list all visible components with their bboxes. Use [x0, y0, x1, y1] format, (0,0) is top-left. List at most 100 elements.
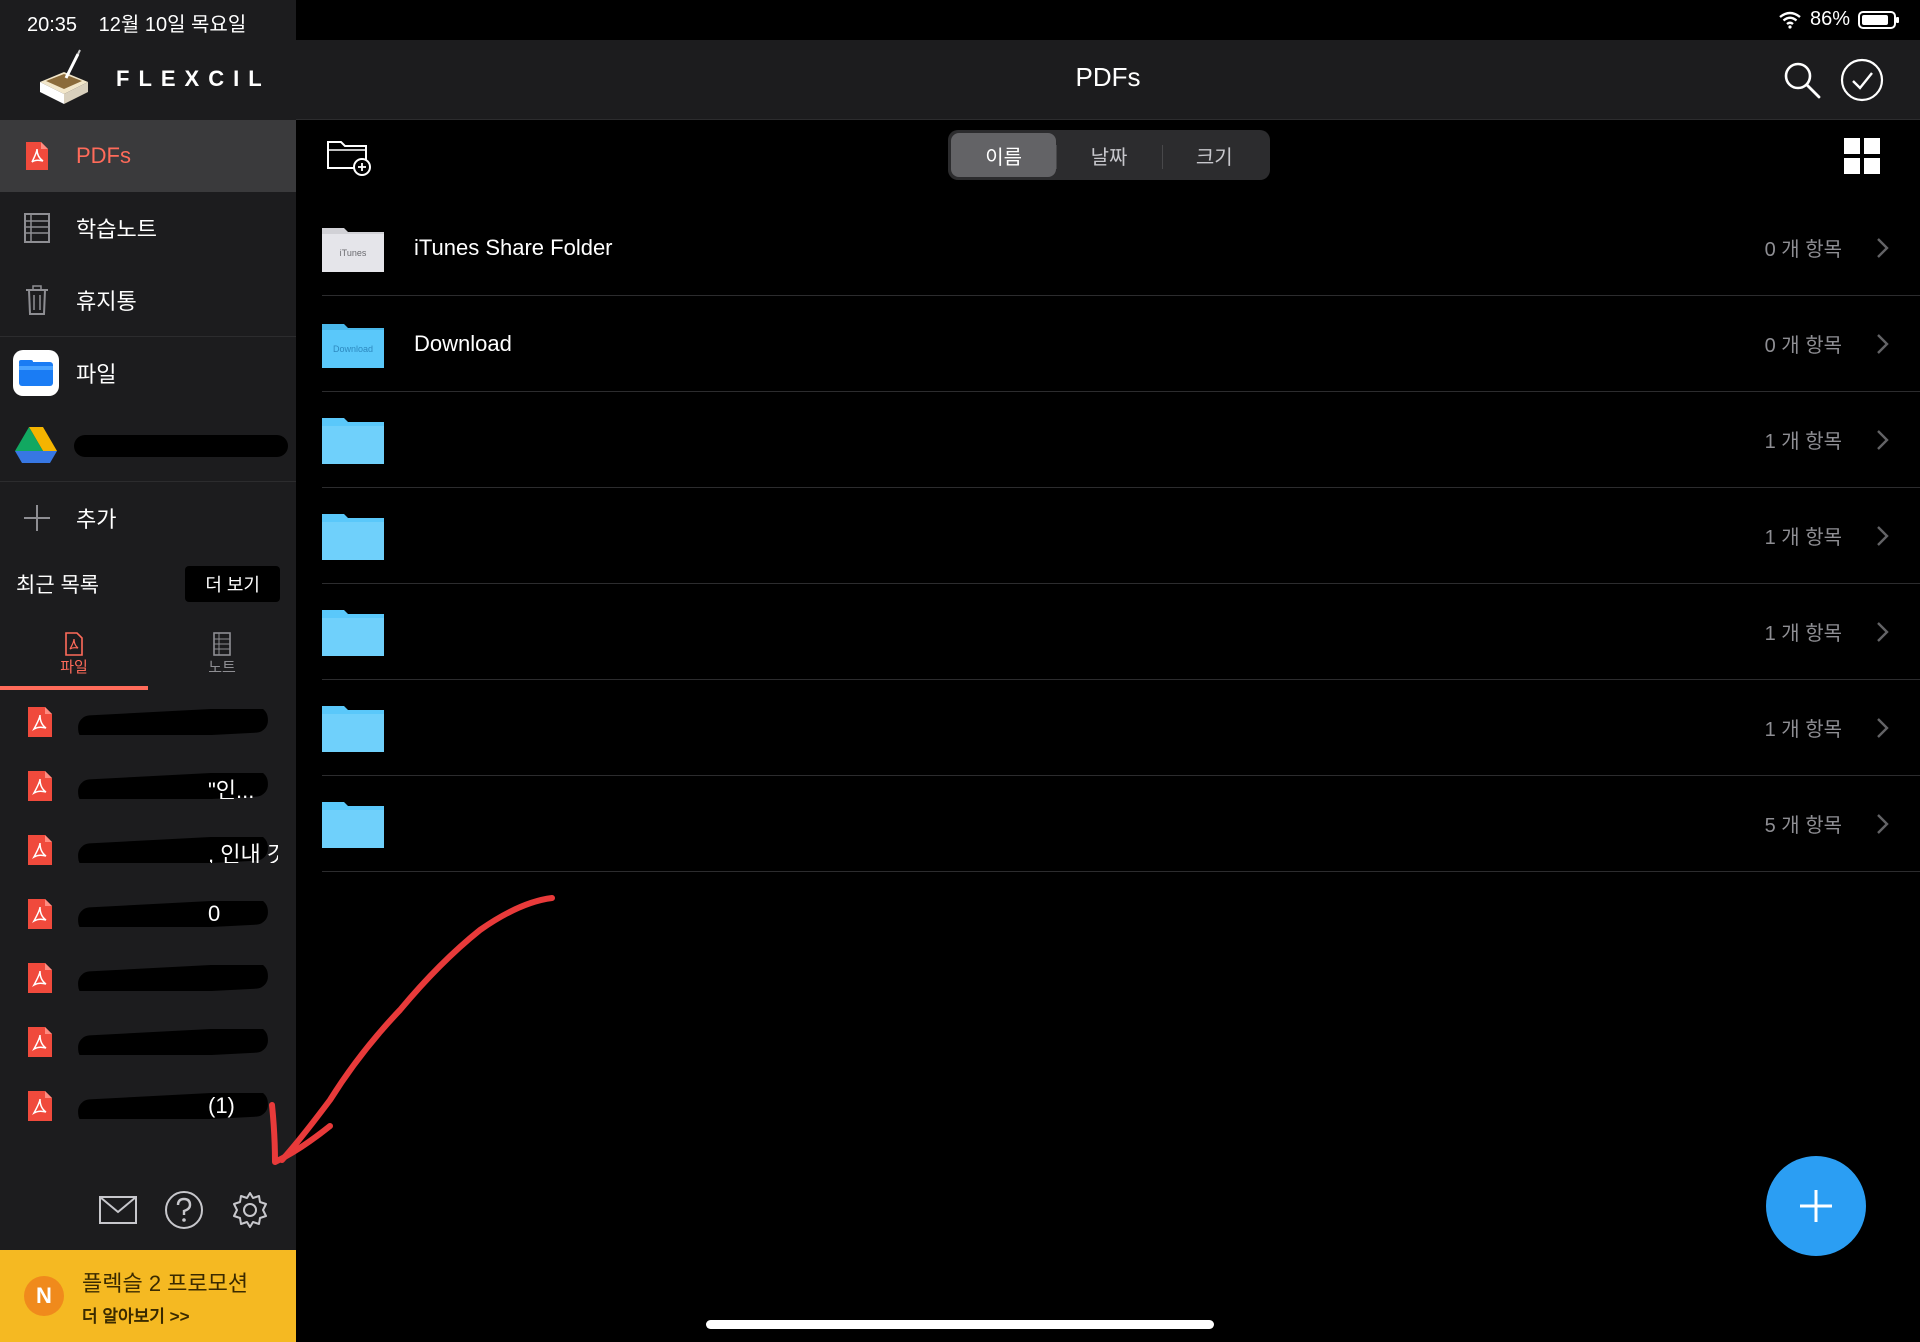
recent-file-name-text: "인... — [208, 778, 255, 799]
recent-file-item[interactable] — [0, 1010, 296, 1074]
sort-segmented-control: 이름 날짜 크기 — [948, 130, 1270, 180]
battery-percent: 86% — [1809, 8, 1850, 30]
settings-icon[interactable] — [230, 1190, 270, 1230]
chevron-right-icon — [1877, 621, 1889, 642]
sort-by-size[interactable]: 크기 — [1161, 133, 1267, 177]
folder-row[interactable]: 1 개 항목 — [322, 584, 1920, 680]
redacted-text — [78, 1029, 269, 1055]
folder-icon — [322, 705, 384, 752]
search-icon[interactable] — [1780, 58, 1824, 102]
sidebar-item-notebooks[interactable]: 학습노트 — [0, 192, 296, 264]
folder-item-count: 1 개 항목 — [1764, 623, 1842, 645]
chevron-right-icon — [1877, 813, 1889, 834]
folder-row[interactable]: iTunes iTunes Share Folder 0 개 항목 — [322, 200, 1920, 296]
recent-file-name-text: 0 — [208, 901, 221, 926]
help-icon[interactable] — [164, 1190, 204, 1230]
redacted-text — [78, 965, 269, 991]
sidebar-item-label: 학습노트 — [76, 217, 157, 242]
flexcil-logo-icon — [36, 48, 92, 110]
tab-recent-files[interactable]: 파일 — [0, 618, 148, 690]
promo-link[interactable]: 더 알아보기 >> — [82, 1302, 248, 1327]
pdf-icon — [28, 899, 52, 929]
folder-item-count: 1 개 항목 — [1764, 719, 1842, 741]
recent-file-item[interactable] — [0, 946, 296, 1010]
status-date: 12월 10일 목요일 — [98, 14, 247, 36]
recent-file-item[interactable]: (1) — [0, 1074, 296, 1138]
folder-row[interactable]: 5 개 항목 — [322, 776, 1920, 872]
nav-header: PDFs — [296, 40, 1920, 120]
recent-header: 최근 목록 더 보기 — [0, 560, 296, 608]
sidebar-item-label: 파일 — [76, 362, 117, 387]
pdf-icon — [28, 771, 52, 801]
sidebar-item-trash[interactable]: 휴지통 — [0, 264, 296, 336]
recent-file-item[interactable]: , 인내 것... — [0, 818, 296, 882]
folder-icon — [322, 801, 384, 848]
folder-icon: Download — [322, 323, 384, 368]
sidebar-item-pdfs[interactable]: PDFs — [0, 120, 296, 192]
select-check-icon[interactable] — [1840, 58, 1884, 102]
mail-icon[interactable] — [98, 1190, 138, 1230]
battery-fill — [1862, 14, 1888, 25]
promo-badge: N — [24, 1276, 64, 1316]
notebook-icon — [20, 211, 54, 245]
pdf-icon — [28, 1027, 52, 1057]
tab-label: 노트 — [208, 658, 236, 676]
trash-icon — [20, 283, 54, 317]
promo-title: 플렉슬 2 프로모션 — [82, 1270, 249, 1296]
tab-label: 파일 — [60, 658, 88, 676]
sort-by-date[interactable]: 날짜 — [1056, 133, 1161, 177]
sidebar-item-label: 추가 — [76, 507, 117, 532]
recent-file-name: , 인내 것... — [78, 837, 278, 863]
tab-recent-notes[interactable]: 노트 — [148, 618, 296, 690]
recent-file-name — [78, 1029, 278, 1055]
recent-file-item[interactable] — [0, 690, 296, 754]
home-indicator — [706, 1320, 1214, 1329]
recent-file-item[interactable]: 0 — [0, 882, 296, 946]
chevron-right-icon — [1877, 717, 1889, 738]
battery-icon — [1858, 10, 1899, 29]
recent-file-item[interactable]: "인... — [0, 754, 296, 818]
sidebar-item-add[interactable]: 추가 — [0, 482, 296, 554]
sidebar-item-files[interactable]: 파일 — [0, 337, 296, 409]
pdf-icon — [28, 1091, 52, 1121]
folder-name: iTunes Share Folder — [414, 234, 613, 260]
redacted-text — [78, 901, 269, 927]
brand-name: FLEXCIL — [116, 66, 271, 91]
add-button[interactable] — [1766, 1156, 1866, 1256]
folder-icon: iTunes — [322, 227, 384, 272]
sidebar-item-google-drive[interactable] — [0, 409, 296, 481]
see-more-button[interactable]: 더 보기 — [185, 566, 280, 602]
folder-row[interactable]: 1 개 항목 — [322, 680, 1920, 776]
chevron-right-icon — [1877, 429, 1889, 450]
grid-view-icon[interactable] — [1844, 138, 1880, 174]
google-drive-icon — [12, 421, 60, 469]
folder-name: Download — [414, 330, 512, 356]
plus-icon — [20, 501, 54, 535]
sort-by-name[interactable]: 이름 — [951, 133, 1057, 177]
pdf-icon — [28, 707, 52, 737]
recent-file-name — [78, 965, 278, 991]
chevron-right-icon — [1877, 237, 1889, 258]
sidebar-item-label: PDFs — [76, 143, 131, 168]
recent-tabs: 파일 노트 — [0, 618, 296, 690]
recent-title: 최근 목록 — [16, 574, 100, 597]
folder-row[interactable]: 1 개 항목 — [322, 392, 1920, 488]
note-outline-icon — [213, 631, 231, 656]
chevron-right-icon — [1877, 333, 1889, 354]
sidebar-item-label: 휴지통 — [76, 289, 137, 314]
folder-item-count: 0 개 항목 — [1764, 335, 1842, 357]
promo-banner[interactable]: N 플렉슬 2 프로모션 더 알아보기 >> — [0, 1250, 296, 1342]
folder-item-count: 0 개 항목 — [1764, 239, 1842, 261]
main-content: 86% PDFs 이름 날짜 크기 iTunes iTunes Share Fol… — [296, 0, 1920, 1342]
folder-row[interactable]: Download Download 0 개 항목 — [322, 296, 1920, 392]
chevron-right-icon — [1877, 525, 1889, 546]
new-folder-icon[interactable] — [326, 136, 372, 176]
files-app-icon — [12, 349, 60, 397]
folder-row[interactable]: 1 개 항목 — [322, 488, 1920, 584]
toolbar: 이름 날짜 크기 — [296, 120, 1920, 190]
sidebar-footer — [98, 1190, 270, 1230]
folder-icon — [322, 513, 384, 560]
pdf-icon — [28, 963, 52, 993]
folder-icon — [322, 609, 384, 656]
sidebar: 20:35 12월 10일 목요일 FLEXCIL PDFs 학습노트 휴지통 … — [0, 0, 296, 1342]
